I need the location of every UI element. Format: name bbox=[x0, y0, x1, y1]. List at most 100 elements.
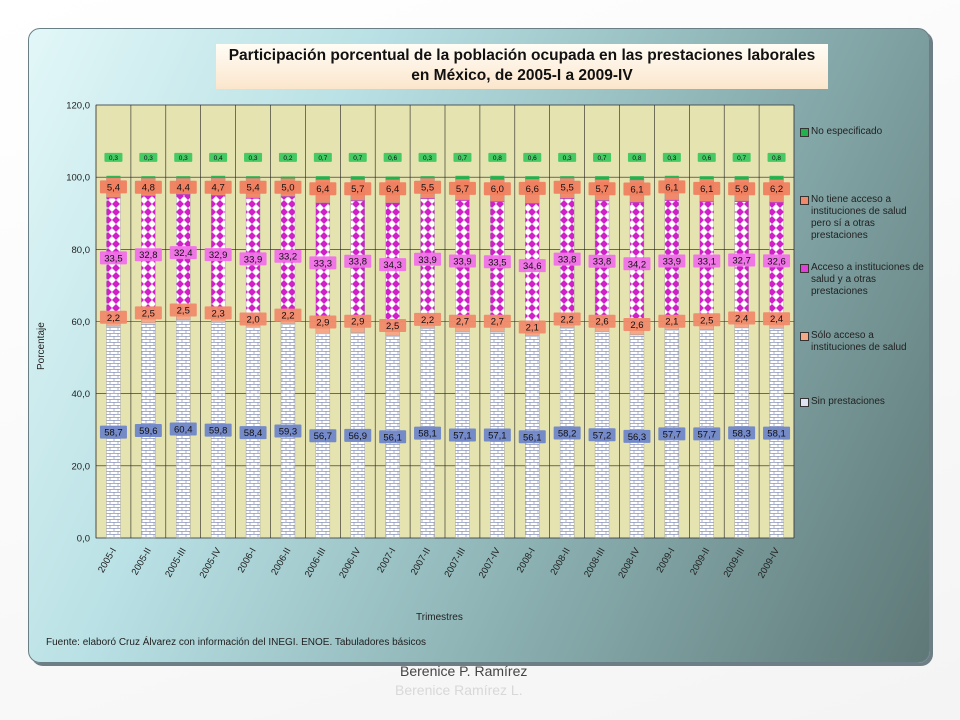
data-label: 0,7 bbox=[318, 155, 327, 162]
x-tick-label: 2008-IV bbox=[616, 545, 642, 580]
bar-segment-cap bbox=[769, 175, 784, 178]
data-label: 0,3 bbox=[563, 155, 572, 162]
data-label: 6,4 bbox=[386, 184, 399, 195]
x-tick-label: 2005-III bbox=[163, 546, 189, 579]
data-label: 5,4 bbox=[107, 182, 120, 193]
data-label: 34,6 bbox=[523, 261, 542, 272]
data-label: 5,0 bbox=[281, 183, 294, 194]
watermark-author: Berenice P. Ramírez bbox=[400, 663, 528, 679]
data-label: 33,2 bbox=[279, 252, 298, 263]
data-label: 2,2 bbox=[561, 315, 574, 326]
data-label: 57,2 bbox=[593, 430, 612, 441]
data-label: 2,1 bbox=[665, 317, 678, 328]
data-label: 58,7 bbox=[104, 428, 123, 439]
data-label: 0,3 bbox=[179, 155, 188, 162]
data-label: 2,3 bbox=[212, 308, 225, 319]
y-tick-label: 100,0 bbox=[66, 173, 90, 184]
data-label: 0,8 bbox=[493, 155, 502, 162]
data-label: 58,4 bbox=[244, 428, 263, 439]
data-label: 56,1 bbox=[383, 432, 402, 443]
bar-segment-cap bbox=[629, 176, 644, 179]
x-tick-label: 2007-III bbox=[442, 546, 468, 579]
data-label: 5,7 bbox=[595, 184, 608, 195]
data-label: 0,4 bbox=[214, 155, 223, 162]
data-label: 4,7 bbox=[212, 183, 225, 194]
x-tick-label: 2005-II bbox=[130, 546, 154, 577]
data-label: 2,4 bbox=[735, 313, 748, 324]
data-label: 0,8 bbox=[772, 155, 781, 162]
data-label: 56,7 bbox=[314, 431, 333, 442]
x-tick-label: 2009-I bbox=[654, 546, 677, 575]
watermark-author-faded: Berenice Ramírez L. bbox=[395, 682, 523, 698]
bar-segment-cap bbox=[664, 175, 679, 178]
data-label: 33,9 bbox=[244, 254, 263, 265]
x-tick-label: 2007-IV bbox=[477, 545, 503, 580]
data-label: 34,2 bbox=[628, 259, 647, 270]
data-label: 2,2 bbox=[281, 311, 294, 322]
x-tick-label: 2008-III bbox=[582, 546, 608, 579]
data-label: 6,1 bbox=[700, 184, 713, 195]
bar-segment-cap bbox=[315, 176, 330, 179]
data-label: 6,1 bbox=[665, 182, 678, 193]
bar-segment-cap bbox=[490, 175, 505, 178]
data-label: 2,5 bbox=[142, 308, 155, 319]
data-label: 2,7 bbox=[456, 317, 469, 328]
x-axis-label: Trimestres bbox=[416, 612, 463, 623]
chart-title-line2: en México, de 2005-I a 2009-IV bbox=[411, 67, 633, 84]
data-label: 58,3 bbox=[732, 428, 751, 439]
data-label: 57,7 bbox=[698, 429, 717, 440]
data-label: 57,7 bbox=[663, 429, 682, 440]
data-label: 0,3 bbox=[667, 155, 676, 162]
data-label: 33,9 bbox=[453, 257, 472, 268]
data-label: 0,3 bbox=[249, 155, 258, 162]
legend-label: Sin prestaciones bbox=[811, 396, 885, 407]
data-label: 2,1 bbox=[526, 322, 539, 333]
data-label: 2,6 bbox=[595, 317, 608, 328]
data-label: 5,7 bbox=[351, 184, 364, 195]
y-tick-label: 120,0 bbox=[66, 101, 90, 112]
data-label: 0,7 bbox=[353, 155, 362, 162]
y-tick-label: 60,0 bbox=[72, 317, 91, 328]
legend-label: Acceso a instituciones de salud y a otra… bbox=[811, 262, 924, 297]
bar-segment-cap bbox=[176, 176, 191, 179]
y-tick-label: 20,0 bbox=[72, 461, 91, 472]
data-label: 5,5 bbox=[561, 183, 574, 194]
chart-title-line1: Participación porcentual de la población… bbox=[228, 47, 816, 64]
bar-segment-cap bbox=[455, 175, 470, 178]
bar-segment-cap bbox=[734, 176, 749, 179]
data-label: 57,1 bbox=[453, 430, 472, 441]
legend-swatch bbox=[800, 332, 809, 341]
bar-segment-cap bbox=[420, 176, 435, 179]
data-label: 57,1 bbox=[488, 430, 507, 441]
data-label: 2,4 bbox=[770, 314, 783, 325]
data-label: 58,1 bbox=[767, 429, 786, 440]
data-label: 6,4 bbox=[316, 184, 329, 195]
data-label: 2,5 bbox=[177, 306, 190, 317]
data-label: 2,2 bbox=[421, 315, 434, 326]
data-label: 32,6 bbox=[767, 256, 786, 267]
data-label: 2,5 bbox=[386, 321, 399, 332]
bar-segment-cap bbox=[211, 175, 226, 178]
data-label: 32,8 bbox=[139, 250, 158, 261]
data-label: 33,8 bbox=[349, 257, 368, 268]
x-tick-label: 2008-II bbox=[548, 546, 572, 577]
legend-label: No tiene acceso a instituciones de salud… bbox=[811, 194, 907, 241]
legend-swatch bbox=[800, 398, 809, 407]
y-tick-label: 40,0 bbox=[72, 389, 91, 400]
data-label: 5,5 bbox=[421, 183, 434, 194]
data-label: 2,9 bbox=[351, 317, 364, 328]
data-label: 60,4 bbox=[174, 425, 193, 436]
y-tick-label: 80,0 bbox=[72, 245, 91, 256]
x-tick-label: 2007-I bbox=[375, 546, 398, 575]
data-label: 32,9 bbox=[209, 250, 228, 261]
data-label: 56,9 bbox=[349, 431, 368, 442]
y-axis-label: Porcentaje bbox=[36, 322, 47, 370]
bar-segment-cap bbox=[106, 175, 121, 178]
data-label: 33,9 bbox=[663, 257, 682, 268]
chart-title: Participación porcentual de la población… bbox=[216, 44, 828, 89]
x-tick-label: 2006-I bbox=[236, 546, 259, 575]
data-label: 6,2 bbox=[770, 184, 783, 195]
data-label: 59,3 bbox=[279, 427, 298, 438]
data-label: 59,8 bbox=[209, 426, 228, 437]
legend-label: No especificado bbox=[811, 126, 883, 137]
